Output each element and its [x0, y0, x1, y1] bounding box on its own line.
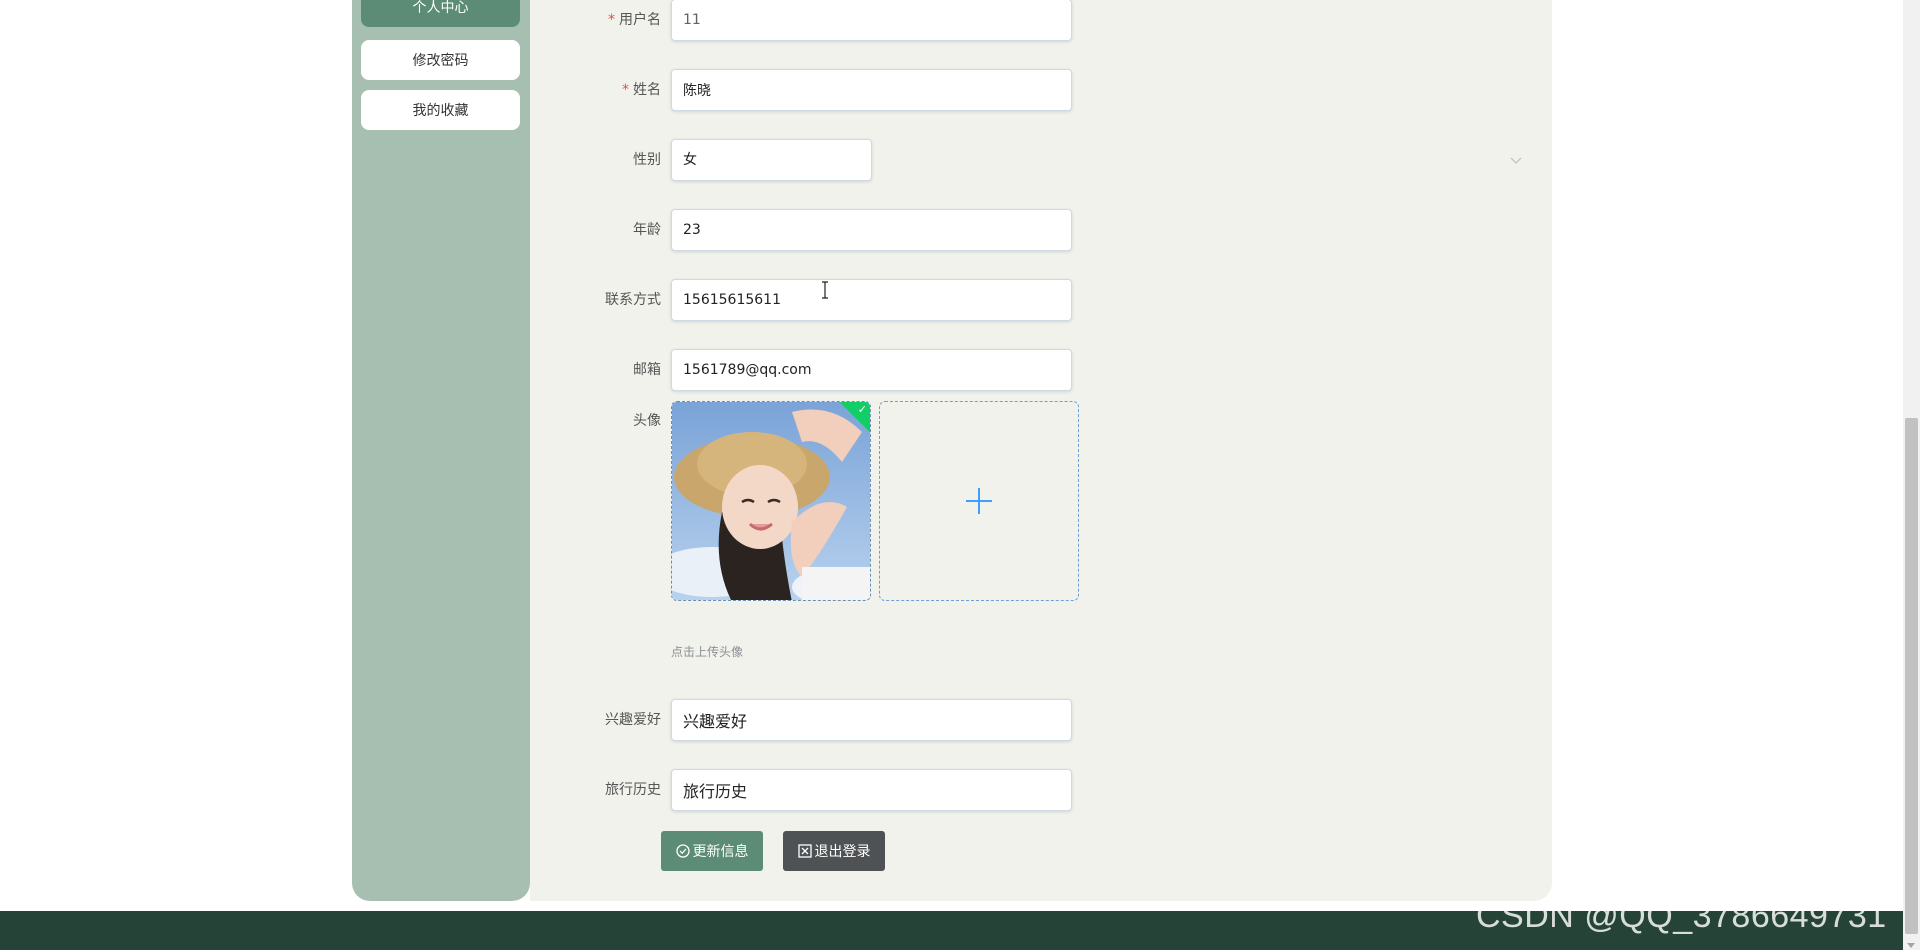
username-input[interactable] — [671, 0, 1072, 41]
sidebar: 个人中心 修改密码 我的收藏 — [352, 0, 530, 901]
update-info-button[interactable]: 更新信息 — [661, 831, 763, 871]
circle-check-icon — [675, 844, 690, 858]
logout-button[interactable]: 退出登录 — [783, 831, 885, 871]
hobby-label: 兴趣爱好 — [605, 712, 661, 728]
email-label: 邮箱 — [633, 362, 661, 378]
sidebar-item-my-favorites[interactable]: 我的收藏 — [361, 90, 520, 130]
square-x-icon — [797, 844, 812, 858]
sidebar-item-label: 修改密码 — [412, 53, 469, 69]
avatar-image[interactable]: ✓ — [671, 401, 871, 601]
text-cursor-icon — [822, 281, 828, 299]
sidebar-item-personal-center[interactable]: 个人中心 — [361, 0, 520, 27]
avatar-upload-button[interactable] — [879, 401, 1079, 601]
form-row-email: 邮箱 — [530, 349, 1552, 391]
sidebar-item-label: 个人中心 — [412, 0, 469, 16]
update-info-label: 更新信息 — [692, 844, 749, 860]
hobby-input[interactable] — [671, 699, 1072, 741]
required-mark: * — [622, 82, 629, 98]
name-input[interactable] — [671, 69, 1072, 111]
page-scrollbar[interactable] — [1903, 0, 1920, 950]
sidebar-item-change-password[interactable]: 修改密码 — [361, 40, 520, 80]
gender-label: 性别 — [633, 152, 661, 168]
age-input[interactable] — [671, 209, 1072, 251]
profile-panel: *用户名 *姓名 性别 女 年龄 联系方式 邮箱 头像 — [530, 0, 1552, 901]
phone-input[interactable] — [671, 279, 1072, 321]
form-row-travel: 旅行历史 — [530, 769, 1552, 811]
form-row-name: * 姓名 — [530, 69, 1552, 111]
travel-label: 旅行历史 — [605, 782, 661, 798]
form-row-gender: 性别 女 — [530, 139, 1552, 181]
form-row-hobby: 兴趣爱好 — [530, 699, 1552, 741]
avatar-label: 头像 — [633, 413, 661, 429]
phone-label: 联系方式 — [605, 292, 661, 308]
scrollbar-thumb[interactable] — [1905, 418, 1918, 934]
watermark-text: CSDN @QQ_3786649731 — [1476, 897, 1887, 935]
chevron-down-icon[interactable] — [1507, 151, 1525, 169]
avatar-photo — [672, 402, 870, 600]
gender-select[interactable]: 女 — [671, 139, 872, 181]
sidebar-item-label: 我的收藏 — [412, 103, 469, 119]
email-input[interactable] — [671, 349, 1072, 391]
travel-input[interactable] — [671, 769, 1072, 811]
form-row-age: 年龄 — [530, 209, 1552, 251]
plus-icon — [966, 488, 992, 514]
name-label: * 姓名 — [622, 82, 661, 98]
scroll-down-icon[interactable] — [1907, 943, 1915, 948]
gender-value: 女 — [683, 152, 697, 168]
form-row-phone: 联系方式 — [530, 279, 1552, 321]
upload-tip: 点击上传头像 — [671, 645, 744, 659]
required-mark: * — [608, 12, 615, 28]
check-icon: ✓ — [857, 403, 867, 416]
age-label: 年龄 — [633, 222, 661, 238]
username-label: * 用户名 — [608, 12, 661, 28]
form-row-username: * 用户名 — [530, 0, 1552, 41]
logout-label: 退出登录 — [814, 844, 871, 860]
